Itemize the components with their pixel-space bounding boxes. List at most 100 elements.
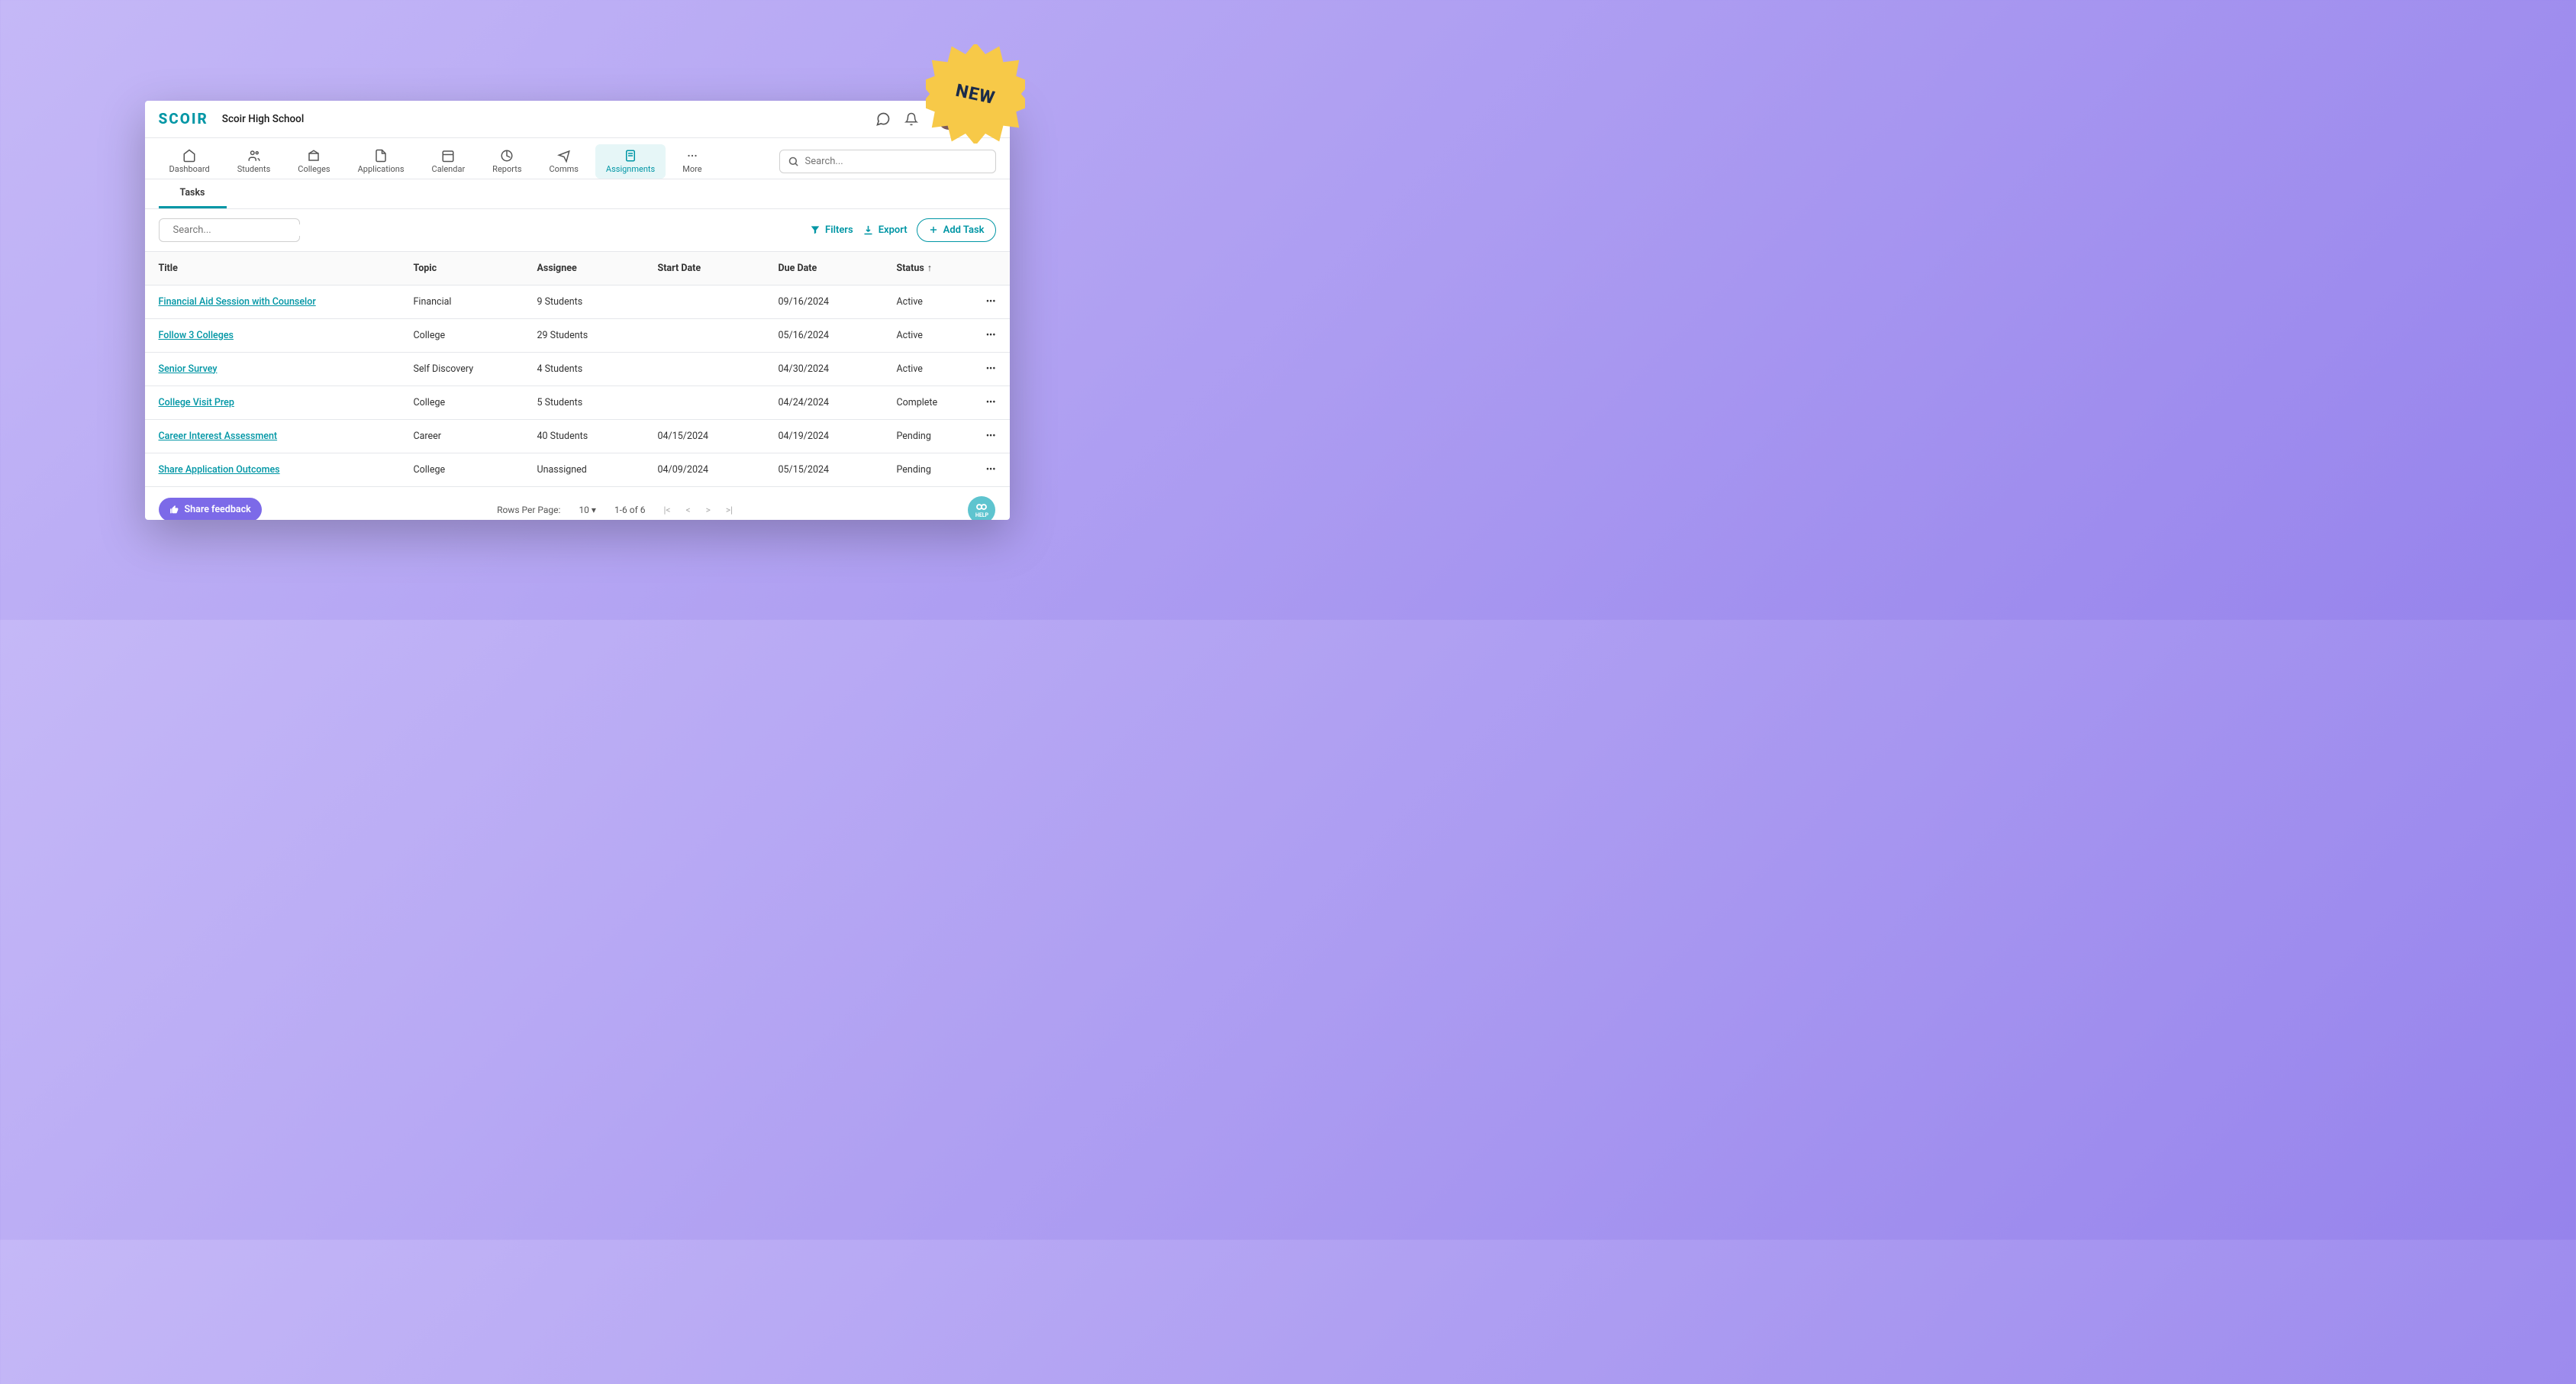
nav-more[interactable]: More	[672, 144, 712, 179]
table-row: Senior Survey Self Discovery4 Students 04/…	[145, 352, 1010, 386]
table-row: Follow 3 Colleges College29 Students 05/16…	[145, 318, 1010, 352]
task-topic: College	[406, 318, 530, 352]
task-status: Active	[889, 285, 978, 318]
task-start-date: 04/09/2024	[650, 453, 771, 486]
nav-applications[interactable]: Applications	[347, 144, 415, 179]
task-status: Active	[889, 352, 978, 386]
school-name: Scoir High School	[222, 113, 304, 125]
global-search[interactable]	[779, 150, 996, 173]
page-last-icon[interactable]: >|	[726, 505, 733, 515]
task-assignee: Unassigned	[530, 453, 650, 486]
task-assignee: 4 Students	[530, 352, 650, 386]
task-title-link[interactable]: Financial Aid Session with Counselor	[159, 296, 316, 308]
task-assignee: 29 Students	[530, 318, 650, 352]
table-row: Share Application Outcomes CollegeUnassig…	[145, 453, 1010, 486]
task-title-link[interactable]: Senior Survey	[159, 363, 218, 375]
search-icon	[788, 156, 799, 167]
task-topic: College	[406, 386, 530, 419]
task-topic: Self Discovery	[406, 352, 530, 386]
pagination: Rows Per Page: 10 ▾ 1-6 of 6 |< < > >|	[497, 505, 733, 515]
nav-students[interactable]: Students	[227, 144, 282, 179]
task-due-date: 04/24/2024	[771, 386, 889, 419]
page-first-icon[interactable]: |<	[663, 505, 670, 515]
sort-asc-icon: ↑	[927, 263, 932, 274]
nav-reports[interactable]: Reports	[482, 144, 532, 179]
col-topic[interactable]: Topic	[406, 251, 530, 285]
task-start-date	[650, 318, 771, 352]
export-button[interactable]: Export	[862, 224, 908, 236]
global-search-input[interactable]	[805, 156, 988, 167]
task-search[interactable]	[159, 218, 300, 242]
task-title-link[interactable]: Follow 3 Colleges	[159, 330, 234, 341]
rows-per-page-select[interactable]: 10 ▾	[579, 505, 596, 515]
row-actions-icon[interactable]: •••	[986, 296, 996, 308]
task-due-date: 09/16/2024	[771, 285, 889, 318]
task-start-date	[650, 386, 771, 419]
col-title[interactable]: Title	[145, 251, 406, 285]
col-start-date[interactable]: Start Date	[650, 251, 771, 285]
footer: Share feedback Rows Per Page: 10 ▾ 1-6 o…	[145, 487, 1010, 520]
add-task-button[interactable]: Add Task	[917, 218, 996, 242]
task-title-link[interactable]: College Visit Prep	[159, 397, 234, 408]
task-title-link[interactable]: Share Application Outcomes	[159, 464, 280, 476]
page-prev-icon[interactable]: <	[686, 505, 691, 515]
row-actions-icon[interactable]: •••	[986, 431, 996, 442]
logo: SCOIR	[159, 110, 208, 127]
filter-icon	[810, 224, 821, 235]
share-feedback-button[interactable]: Share feedback	[159, 498, 262, 520]
task-topic: Career	[406, 419, 530, 453]
row-actions-icon[interactable]: •••	[986, 330, 996, 341]
task-search-input[interactable]	[173, 224, 300, 236]
task-title-link[interactable]: Career Interest Assessment	[159, 431, 278, 442]
toolbar: Filters Export Add Task	[145, 209, 1010, 251]
task-status: Pending	[889, 453, 978, 486]
download-icon	[862, 224, 874, 236]
page-next-icon[interactable]: >	[706, 505, 711, 515]
task-assignee: 9 Students	[530, 285, 650, 318]
tab-tasks[interactable]: Tasks	[159, 179, 227, 208]
task-assignee: 5 Students	[530, 386, 650, 419]
page-range: 1-6 of 6	[614, 505, 646, 515]
nav-calendar[interactable]: Calendar	[421, 144, 476, 179]
plus-icon	[928, 224, 939, 235]
table-row: Financial Aid Session with Counselor Fina…	[145, 285, 1010, 318]
nav-colleges[interactable]: Colleges	[287, 144, 340, 179]
task-status: Pending	[889, 419, 978, 453]
nav-bar: Dashboard Students Colleges Applications…	[145, 138, 1010, 179]
task-due-date: 04/30/2024	[771, 352, 889, 386]
thumbs-up-icon	[169, 505, 179, 515]
task-status: Active	[889, 318, 978, 352]
col-due-date[interactable]: Due Date	[771, 251, 889, 285]
new-badge: NEW	[926, 44, 1025, 144]
task-start-date: 04/15/2024	[650, 419, 771, 453]
nav-comms[interactable]: Comms	[539, 144, 589, 179]
row-actions-icon[interactable]: •••	[986, 464, 996, 476]
rows-per-page-label: Rows Per Page:	[497, 505, 560, 515]
bell-icon[interactable]	[904, 112, 918, 126]
tasks-table: Title Topic Assignee Start Date Due Date…	[145, 251, 1010, 487]
task-status: Complete	[889, 386, 978, 419]
task-topic: Financial	[406, 285, 530, 318]
nav-dashboard[interactable]: Dashboard	[159, 144, 221, 179]
col-status[interactable]: Status↑	[889, 251, 978, 285]
row-actions-icon[interactable]: •••	[986, 397, 996, 408]
top-bar: SCOIR Scoir High School An...	[145, 101, 1010, 138]
infinity-icon	[975, 502, 988, 512]
task-start-date	[650, 285, 771, 318]
task-due-date: 05/16/2024	[771, 318, 889, 352]
app-window: SCOIR Scoir High School An... Dashboard …	[145, 101, 1010, 520]
filters-button[interactable]: Filters	[810, 224, 853, 236]
table-row: Career Interest Assessment Career40 Stude…	[145, 419, 1010, 453]
table-row: College Visit Prep College5 Students 04/24…	[145, 386, 1010, 419]
sub-tabs: Tasks	[145, 179, 1010, 209]
task-topic: College	[406, 453, 530, 486]
task-start-date	[650, 352, 771, 386]
row-actions-icon[interactable]: •••	[986, 363, 996, 375]
nav-assignments[interactable]: Assignments	[595, 144, 666, 179]
task-due-date: 04/19/2024	[771, 419, 889, 453]
task-assignee: 40 Students	[530, 419, 650, 453]
task-due-date: 05/15/2024	[771, 453, 889, 486]
chat-icon[interactable]	[875, 111, 891, 127]
help-button[interactable]: HELP	[968, 496, 995, 520]
col-assignee[interactable]: Assignee	[530, 251, 650, 285]
